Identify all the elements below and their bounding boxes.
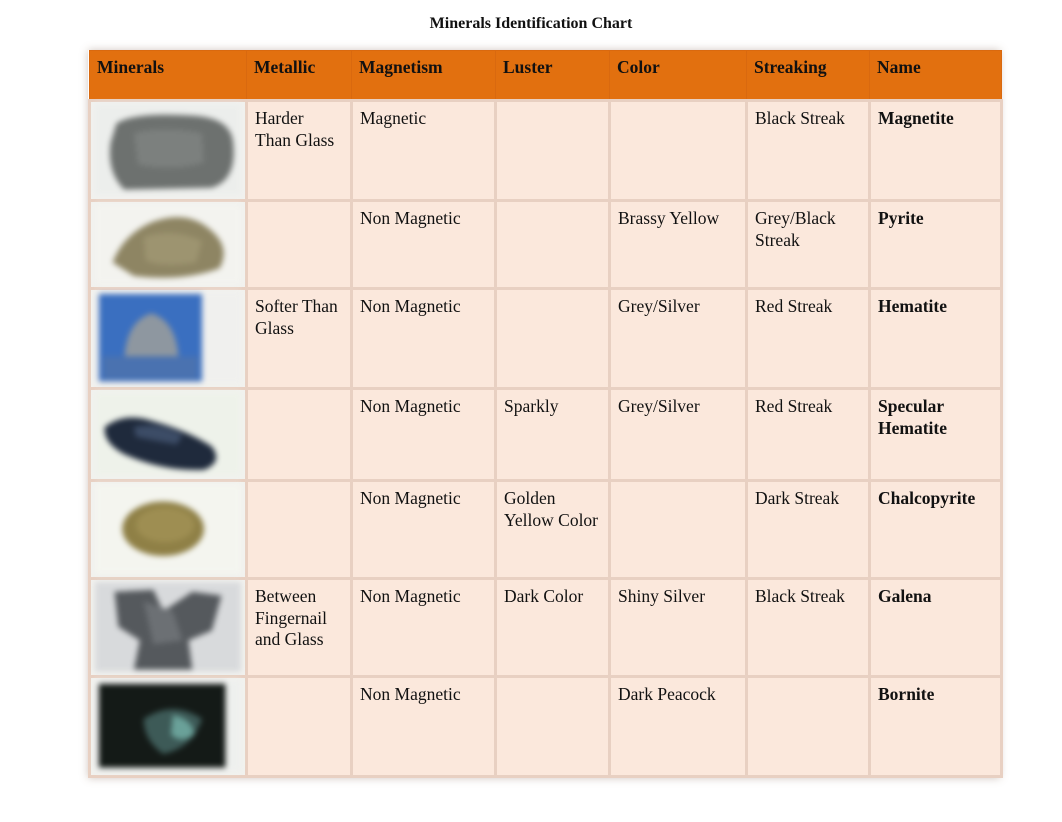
- streaking-cell: Black Streak: [745, 577, 871, 678]
- mineral-name-cell: Chalcopyrite: [868, 479, 1003, 580]
- color-cell: Shiny Silver: [608, 577, 748, 678]
- streaking-cell: Black Streak: [745, 99, 871, 202]
- streaking-cell: [745, 675, 871, 778]
- table-row: Non Magnetic Sparkly Grey/Silver Red Str…: [88, 387, 1003, 482]
- color-cell: Grey/Silver: [608, 287, 748, 390]
- magnetism-cell: Non Magnetic: [350, 287, 497, 390]
- chart-title: Minerals Identification Chart: [429, 15, 633, 32]
- galena-photo: [95, 582, 241, 672]
- luster-cell: [494, 675, 611, 778]
- mineral-image-cell: [88, 99, 248, 202]
- minerals-table: Minerals Metallic Magnetism Luster Color…: [88, 50, 1003, 778]
- header-row: Minerals Metallic Magnetism Luster Color…: [89, 50, 1002, 101]
- metallic-cell: [245, 199, 353, 290]
- chalcopyrite-photo: [95, 484, 241, 574]
- luster-cell: Sparkly: [494, 387, 611, 482]
- metallic-cell: [245, 479, 353, 580]
- color-cell: [608, 99, 748, 202]
- mineral-image-cell: [88, 387, 248, 482]
- magnetism-cell: Non Magnetic: [350, 479, 497, 580]
- color-cell: Brassy Yellow: [608, 199, 748, 290]
- metallic-cell: [245, 387, 353, 482]
- mineral-name-cell: Pyrite: [868, 199, 1003, 290]
- metallic-cell: Harder Than Glass: [245, 99, 353, 202]
- color-cell: Grey/Silver: [608, 387, 748, 482]
- luster-cell: [494, 287, 611, 390]
- metallic-cell: [245, 675, 353, 778]
- bornite-photo: [95, 680, 241, 772]
- mineral-image-cell: [88, 479, 248, 580]
- header-streaking: Streaking: [746, 50, 870, 101]
- header-name: Name: [869, 50, 1002, 101]
- mineral-image-cell: [88, 675, 248, 778]
- mineral-image-cell: [88, 287, 248, 390]
- header-luster: Luster: [495, 50, 610, 101]
- table-row: Non Magnetic Dark Peacock Bornite: [88, 675, 1003, 778]
- mineral-name-cell: Bornite: [868, 675, 1003, 778]
- header-metallic: Metallic: [246, 50, 352, 101]
- table-row: Non Magnetic Brassy Yellow Grey/Black St…: [88, 199, 1003, 290]
- mineral-image-cell: [88, 577, 248, 678]
- magnetism-cell: Non Magnetic: [350, 675, 497, 778]
- streaking-cell: Grey/Black Streak: [745, 199, 871, 290]
- header-magnetism: Magnetism: [351, 50, 496, 101]
- luster-cell: [494, 99, 611, 202]
- luster-cell: [494, 199, 611, 290]
- magnetism-cell: Non Magnetic: [350, 387, 497, 482]
- magnetism-cell: Non Magnetic: [350, 577, 497, 678]
- header-minerals: Minerals: [89, 50, 247, 101]
- color-cell: [608, 479, 748, 580]
- magnetism-cell: Non Magnetic: [350, 199, 497, 290]
- header-color: Color: [609, 50, 747, 101]
- pyrite-photo: [95, 204, 241, 284]
- mineral-name-cell: Hematite: [868, 287, 1003, 390]
- metallic-cell: Softer Than Glass: [245, 287, 353, 390]
- mineral-name-cell: Specular Hematite: [868, 387, 1003, 482]
- luster-cell: Dark Color: [494, 577, 611, 678]
- magnetite-photo: [95, 104, 241, 196]
- table-row: Non Magnetic Golden Yellow Color Dark St…: [88, 479, 1003, 580]
- specular-hematite-photo: [95, 392, 241, 476]
- color-cell: Dark Peacock: [608, 675, 748, 778]
- table-row: Between Fingernail and Glass Non Magneti…: [88, 577, 1003, 678]
- metallic-cell: Between Fingernail and Glass: [245, 577, 353, 678]
- table-row: Harder Than Glass Magnetic Black Streak …: [88, 99, 1003, 202]
- hematite-photo: [95, 292, 241, 384]
- luster-cell: Golden Yellow Color: [494, 479, 611, 580]
- streaking-cell: Red Streak: [745, 287, 871, 390]
- mineral-name-cell: Magnetite: [868, 99, 1003, 202]
- magnetism-cell: Magnetic: [350, 99, 497, 202]
- mineral-image-cell: [88, 199, 248, 290]
- table-row: Softer Than Glass Non Magnetic Grey/Silv…: [88, 287, 1003, 390]
- mineral-name-cell: Galena: [868, 577, 1003, 678]
- streaking-cell: Red Streak: [745, 387, 871, 482]
- streaking-cell: Dark Streak: [745, 479, 871, 580]
